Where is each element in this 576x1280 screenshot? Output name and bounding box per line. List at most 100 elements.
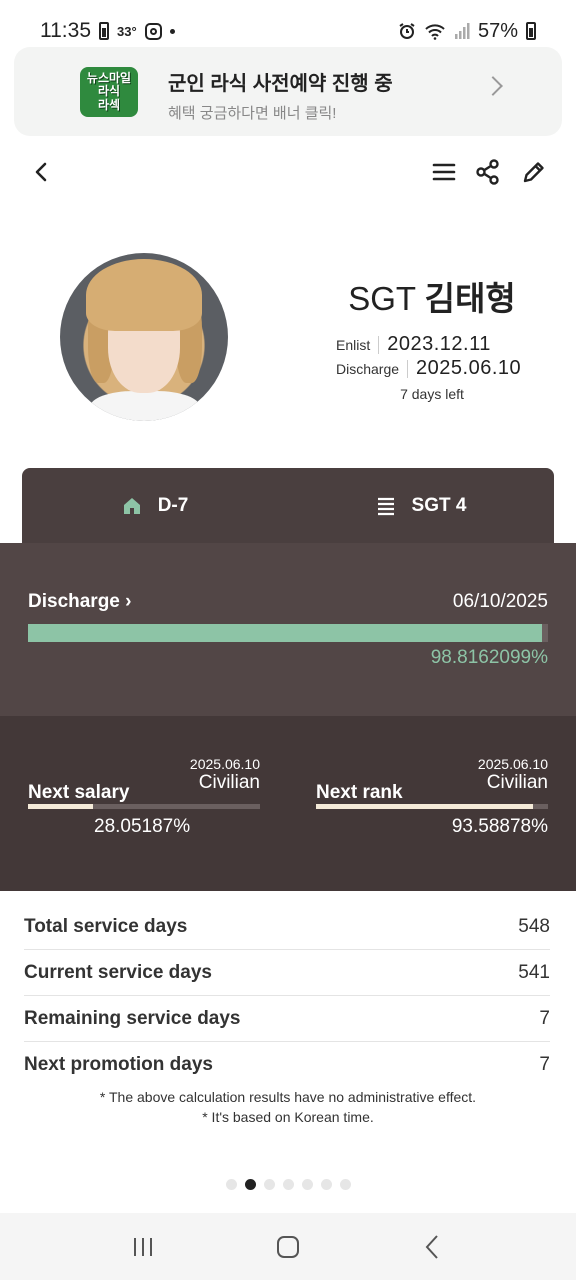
status-left: 11:35 33° xyxy=(40,19,175,43)
timezone-note: * It's based on Korean time. xyxy=(202,1109,374,1125)
next-rank-label: Next rank xyxy=(316,782,403,803)
banner-title: 군인 라식 사전예약 진행 중 xyxy=(168,73,393,95)
next-salary-progress-fill xyxy=(28,804,94,809)
next-salary-label: Next salary xyxy=(28,782,130,803)
discharge-progress-fill xyxy=(28,624,542,642)
nav-back-icon xyxy=(425,1234,439,1259)
next-salary-percent: 28.05187% xyxy=(94,816,191,837)
next-rank-target: Civilian xyxy=(486,772,548,793)
discharge-panel: Discharge › 06/10/2025 98.8162099% xyxy=(0,543,576,716)
banner-logo-line: 라식 xyxy=(97,84,121,99)
stat-label: Next promotion days xyxy=(24,1054,213,1075)
stat-label: Current service days xyxy=(24,961,212,983)
next-rank-date: 2025.06.10 xyxy=(477,756,548,772)
next-panel: 2025.06.10 Civilian Next salary 28.05187… xyxy=(0,716,576,891)
recent-apps-button[interactable] xyxy=(113,1222,173,1272)
wifi-icon xyxy=(425,24,445,40)
discharge-percent: 98.8162099% xyxy=(430,647,548,668)
home-icon xyxy=(123,498,140,514)
share-button[interactable] xyxy=(466,150,510,194)
discharge-date: 2025.06.10 xyxy=(416,357,522,379)
home-button[interactable] xyxy=(258,1222,318,1272)
tab-dday[interactable]: D-7 xyxy=(22,468,288,544)
list-icon xyxy=(377,497,394,516)
stat-label: Total service days xyxy=(24,915,188,937)
banner-logo-line: 라섹 xyxy=(97,97,121,112)
stat-label: Remaining service days xyxy=(24,1007,241,1029)
stat-row: Next promotion days 7 xyxy=(24,1042,550,1088)
discharge-row: Discharge 2025.06.10 xyxy=(336,357,521,380)
next-rank-progress-fill xyxy=(316,804,534,809)
enlist-label: Enlist xyxy=(336,336,371,353)
promo-banner[interactable]: 뉴스마일 라식 라섹 군인 라식 사전예약 진행 중 혜택 궁금하다면 배너 클… xyxy=(14,47,562,136)
back-arrow-icon xyxy=(35,162,47,182)
rank-name: SGT 김태형 xyxy=(322,272,542,320)
temperature-text: 33° xyxy=(117,23,137,39)
divider xyxy=(378,335,380,354)
page-dot[interactable] xyxy=(282,1179,294,1190)
alarm-icon xyxy=(399,23,415,39)
page-dot[interactable] xyxy=(263,1179,275,1190)
tab-bar: D-7 SGT 4 xyxy=(22,468,554,544)
stat-row: Total service days 548 xyxy=(24,904,550,950)
discharge-date-text: 06/10/2025 xyxy=(452,591,548,612)
page-dot[interactable] xyxy=(339,1179,351,1190)
status-time: 11:35 xyxy=(40,19,91,42)
page-dot[interactable] xyxy=(301,1179,313,1190)
signal-icon xyxy=(454,23,470,39)
banner-text: 군인 라식 사전예약 진행 중 혜택 궁금하다면 배너 클릭! xyxy=(168,67,393,123)
discharge-link[interactable]: Discharge › xyxy=(28,591,131,613)
menu-icon xyxy=(432,163,456,181)
battery-percent: 57% xyxy=(477,19,518,42)
recent-apps-icon xyxy=(133,1237,152,1256)
stat-row: Remaining service days 7 xyxy=(24,996,550,1042)
discharge-progress-bar xyxy=(28,624,548,642)
avatar-hair xyxy=(86,259,202,331)
chevron-right-icon xyxy=(483,76,503,96)
page-indicator[interactable] xyxy=(0,1179,576,1190)
enlist-date: 2023.12.11 xyxy=(387,333,491,355)
page-dot[interactable] xyxy=(244,1179,256,1190)
share-icon xyxy=(476,159,499,185)
stat-value: 541 xyxy=(518,961,550,983)
soldier-name: 김태형 xyxy=(424,280,516,317)
home-square-icon xyxy=(276,1235,299,1258)
stat-value: 548 xyxy=(518,915,550,937)
stat-value: 7 xyxy=(539,1007,550,1029)
system-nav-bar xyxy=(0,1213,576,1280)
enlist-row: Enlist 2023.12.11 xyxy=(336,333,491,356)
stats-list: Total service days 548 Current service d… xyxy=(24,904,550,1088)
tab-rank[interactable]: SGT 4 xyxy=(288,468,554,544)
system-back-button[interactable] xyxy=(403,1222,463,1272)
disclaimer-note: * The above calculation results have no … xyxy=(99,1089,477,1105)
discharge-link-label: Discharge xyxy=(28,591,120,612)
edit-button[interactable] xyxy=(512,150,556,194)
instagram-icon xyxy=(144,22,162,40)
days-left: 7 days left xyxy=(400,386,464,402)
battery-saver-icon xyxy=(99,22,109,40)
back-button[interactable] xyxy=(20,150,64,194)
banner-subtitle: 혜택 궁금하다면 배너 클릭! xyxy=(168,105,337,122)
next-rank-progress-bar xyxy=(316,804,548,809)
tab-rank-label: SGT 4 xyxy=(411,495,467,516)
next-salary-target: Civilian xyxy=(198,772,260,793)
page-dot[interactable] xyxy=(320,1179,332,1190)
menu-button[interactable] xyxy=(422,150,466,194)
next-salary-date: 2025.06.10 xyxy=(189,756,260,772)
rank-prefix: SGT xyxy=(348,280,416,317)
toolbar xyxy=(0,150,576,194)
divider xyxy=(407,359,409,378)
discharge-label: Discharge xyxy=(336,360,400,377)
next-salary-progress-bar xyxy=(28,804,260,809)
chevron-right-icon: › xyxy=(125,591,132,612)
page-dot[interactable] xyxy=(225,1179,237,1190)
status-right: 57% xyxy=(398,20,536,43)
notification-dot-icon xyxy=(169,28,175,34)
avatar xyxy=(60,253,228,421)
tab-dday-label: D-7 xyxy=(157,495,189,516)
stat-value: 7 xyxy=(539,1054,550,1075)
next-rank-percent: 93.58878% xyxy=(451,816,548,837)
pencil-icon xyxy=(523,162,544,183)
battery-icon xyxy=(526,22,536,40)
avatar-shirt xyxy=(90,391,200,421)
